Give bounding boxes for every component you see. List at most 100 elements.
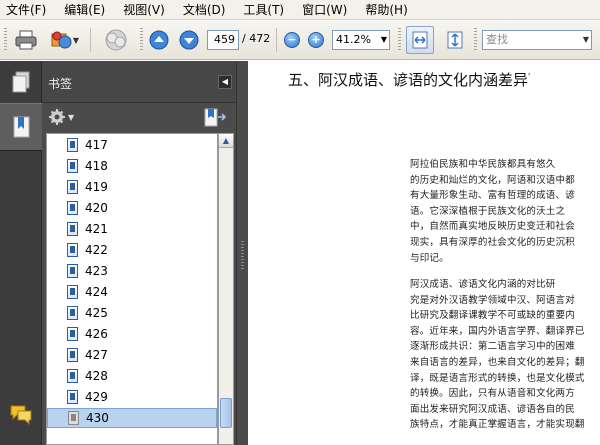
bookmark-item[interactable]: 421 — [47, 219, 217, 239]
menu-window[interactable]: 窗口(W) — [298, 1, 351, 18]
bookmark-item[interactable]: 418 — [47, 156, 217, 176]
fit-width-button[interactable] — [406, 26, 434, 54]
next-page-button[interactable] — [178, 27, 200, 53]
chevron-left-icon: ◀ — [221, 77, 229, 86]
text-line: 容。近年来，国内外语言学界、翻译界已 — [410, 325, 585, 337]
bookmark-item[interactable]: 422 — [47, 240, 217, 260]
text-line: 有大量形象生动、富有哲理的成语、谚 — [410, 190, 575, 202]
bookmark-item[interactable]: 425 — [47, 303, 217, 323]
menu-file[interactable]: 文件(F) — [2, 1, 50, 18]
text-line: 面出发来研究阿汉成语、谚语各自的民 — [410, 403, 575, 415]
bookmark-label: 420 — [85, 201, 108, 215]
bookmark-item[interactable]: 427 — [47, 345, 217, 365]
menu-edit[interactable]: 编辑(E) — [60, 1, 109, 18]
text-line: 比研究及翻译课教学不可或缺的重要内 — [410, 310, 575, 322]
zoom-out-button[interactable]: − — [283, 27, 301, 53]
section-heading-text: 五、阿汉成语、谚语的文化内涵差异 — [288, 71, 529, 89]
toolbar-grip[interactable] — [398, 28, 401, 52]
text-line: 语。它深深植根于民族文化的沃土之 — [410, 205, 566, 217]
bookmark-icon — [67, 222, 78, 236]
section-heading: 五、阿汉成语、谚语的文化内涵差异' — [288, 69, 530, 90]
scroll-thumb[interactable] — [220, 398, 232, 428]
stamp-button[interactable] — [100, 27, 132, 53]
chevron-down-icon: ▼ — [380, 35, 387, 44]
menu-document[interactable]: 文档(D) — [179, 1, 230, 18]
bookmarks-button[interactable] — [8, 114, 34, 140]
splitter-grip — [241, 241, 244, 271]
print-button[interactable] — [12, 27, 40, 53]
bookmark-label: 426 — [85, 327, 108, 341]
zoom-in-icon: + — [308, 32, 324, 48]
bookmark-icon — [67, 138, 78, 152]
options-menu-button[interactable]: ▼ — [48, 108, 74, 126]
document-view[interactable]: 五、阿汉成语、谚语的文化内涵差异' 阿拉伯民族和中华民族都具有悠久的历史和灿烂的… — [248, 61, 600, 445]
gear-icon — [49, 109, 65, 125]
bookmark-icon — [67, 390, 78, 404]
zoom-level-value: 41.2% — [336, 33, 371, 46]
search-input[interactable]: 查找 ▼ — [482, 30, 592, 50]
toolbar: ▼ 459 / 472 − + 41.2% ▼ 查找 ▼ — [0, 20, 600, 60]
bookmark-label: 419 — [85, 180, 108, 194]
bookmark-item[interactable]: 419 — [47, 177, 217, 197]
collapse-panel-button[interactable]: ◀ — [218, 75, 232, 89]
panel-toolbar: ▼ — [42, 103, 236, 133]
page-number-input[interactable]: 459 — [207, 30, 239, 50]
bookmark-icon — [67, 369, 78, 383]
bookmarks-icon — [13, 116, 30, 138]
text-line: 来自语言的差异，也来自文化的差异；翻 — [410, 356, 585, 368]
zoom-in-button[interactable]: + — [307, 27, 325, 53]
paragraph-1: 阿拉伯民族和中华民族都具有悠久的历史和灿烂的文化，阿语和汉语中都 有大量形象生动、… — [410, 157, 596, 266]
text-line: 究是对外汉语教学领域中汉、阿语言对 — [410, 294, 575, 306]
bookmark-label: 422 — [85, 243, 108, 257]
text-line: 中，自然而真实地反映历史变迁和社会 — [410, 221, 575, 233]
pages-button[interactable] — [8, 69, 34, 95]
share-button[interactable]: ▼ — [46, 27, 82, 53]
prev-page-button[interactable] — [148, 27, 170, 53]
bookmark-item[interactable]: 424 — [47, 282, 217, 302]
scroll-up-icon[interactable]: ▲ — [219, 134, 233, 148]
print-icon — [15, 30, 37, 50]
text-line: 阿拉伯民族和中华民族都具有悠久 — [410, 159, 556, 170]
bookmark-item[interactable]: 428 — [47, 366, 217, 386]
menu-tools[interactable]: 工具(T) — [239, 1, 288, 18]
text-line: 译，既是语言形式的转换，也是文化模式 — [410, 372, 585, 384]
bookmark-item[interactable]: 429 — [47, 387, 217, 407]
expand-bookmark-button[interactable] — [204, 108, 227, 131]
menu-help[interactable]: 帮助(H) — [361, 1, 411, 18]
menu-view[interactable]: 视图(V) — [119, 1, 169, 18]
text-line: 的转换。因此，只有从语音和文化两方 — [410, 388, 575, 400]
chevron-down-icon: ▼ — [72, 35, 80, 45]
comments-icon — [10, 405, 32, 425]
toolbar-grip[interactable] — [140, 28, 143, 52]
heading-mark: ' — [528, 72, 531, 81]
bookmark-item[interactable]: 426 — [47, 324, 217, 344]
bookmark-list: 417 418 419 420 421 422 423 424 425 426 427 428 429 4… — [46, 133, 218, 445]
toolbar-grip[interactable] — [474, 28, 477, 52]
bookmark-item[interactable]: 420 — [47, 198, 217, 218]
text-line: 逐渐形成共识：第二语言学习中的困难 — [410, 341, 575, 353]
bookmark-icon — [67, 327, 78, 341]
zoom-level-select[interactable]: 41.2% ▼ — [332, 30, 390, 50]
bookmark-label: 424 — [85, 285, 108, 299]
panel-splitter[interactable] — [236, 61, 248, 445]
toolbar-grip[interactable] — [4, 28, 7, 52]
zoom-out-icon: − — [284, 32, 300, 48]
comments-button[interactable] — [8, 401, 34, 427]
menu-bar: 文件(F) 编辑(E) 视图(V) 文档(D) 工具(T) 窗口(W) 帮助(H… — [0, 0, 600, 20]
bookmark-icon — [67, 180, 78, 194]
bookmark-icon — [67, 201, 78, 215]
text-line: 的历史和灿烂的文化，阿语和汉语中都 — [410, 174, 575, 186]
bookmark-icon — [67, 348, 78, 362]
pages-icon — [12, 71, 30, 93]
bookmarks-panel: 书签 ◀ ▼ 417 418 419 420 421 422 423 424 425 426 427… — [42, 61, 236, 445]
bookmark-item[interactable]: 423 — [47, 261, 217, 281]
panel-title: 书签 — [48, 77, 73, 91]
bookmark-item[interactable]: 430 — [47, 408, 217, 428]
bookmark-scrollbar[interactable]: ▲ — [218, 133, 234, 445]
bookmark-icon — [67, 285, 78, 299]
bookmark-item[interactable]: 417 — [47, 135, 217, 155]
bookmark-label: 430 — [86, 411, 109, 425]
bookmark-expand-icon — [204, 108, 227, 127]
fit-page-button[interactable] — [442, 27, 468, 53]
bookmark-icon — [67, 159, 78, 173]
